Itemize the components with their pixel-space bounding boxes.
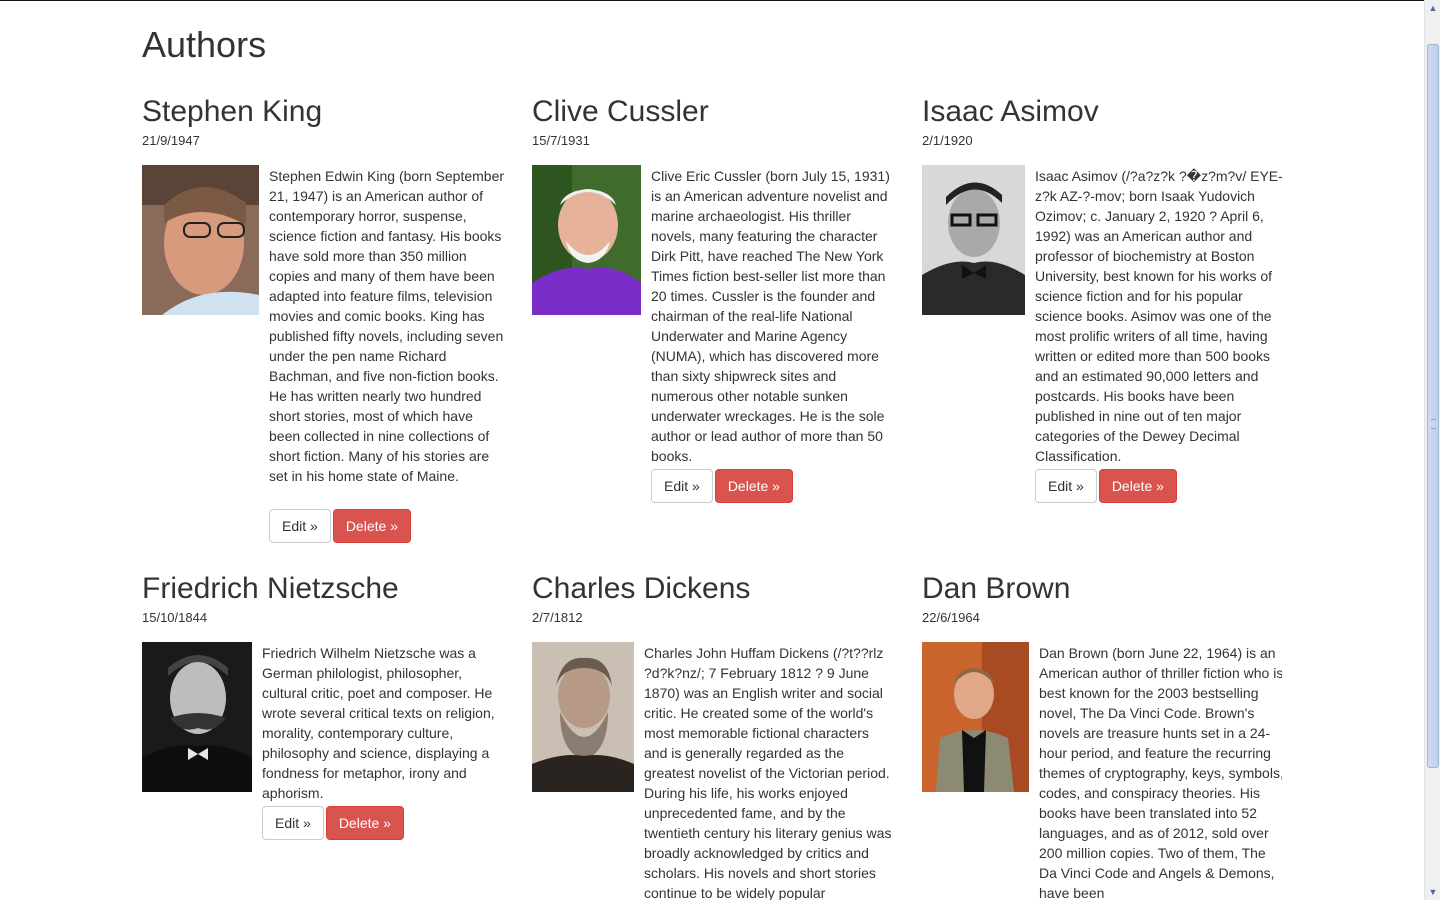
author-name: Stephen King xyxy=(142,95,323,128)
author-name: Friedrich Nietzsche xyxy=(142,572,399,605)
author-card-friedrich-nietzsche: Friedrich Nietzsche 15/10/1844 Friedrich… xyxy=(142,572,502,872)
arrow-up-icon[interactable]: ▲ xyxy=(1425,0,1440,16)
author-bio: Clive Eric Cussler (born July 15, 1931) … xyxy=(651,168,890,464)
vertical-scrollbar[interactable]: ▲ ▼ xyxy=(1424,0,1440,900)
author-birth-date: 2/1/1920 xyxy=(922,133,973,148)
author-name: Charles Dickens xyxy=(532,572,751,605)
author-actions: Edit » Delete » xyxy=(262,806,404,840)
author-bio: Stephen Edwin King (born September 21, 1… xyxy=(269,168,505,484)
author-bio: Friedrich Wilhelm Nietzsche was a German… xyxy=(262,645,495,801)
author-photo xyxy=(142,165,259,315)
author-actions: Edit » Delete » xyxy=(269,509,411,543)
delete-button[interactable]: Delete » xyxy=(1098,469,1177,503)
author-birth-date: 21/9/1947 xyxy=(142,133,200,148)
author-name: Isaac Asimov xyxy=(922,95,1099,128)
author-photo xyxy=(922,165,1025,315)
edit-button[interactable]: Edit » xyxy=(651,469,713,503)
author-name: Dan Brown xyxy=(922,572,1071,605)
author-bio: Charles John Huffam Dickens (/?t??rlz ?d… xyxy=(644,645,892,900)
author-birth-date: 2/7/1812 xyxy=(532,610,583,625)
edit-button[interactable]: Edit » xyxy=(1035,469,1097,503)
author-photo xyxy=(922,642,1029,792)
author-card-isaac-asimov: Isaac Asimov 2/1/1920 Isaac Asimov (/?a?… xyxy=(922,95,1282,515)
delete-button[interactable]: Delete » xyxy=(325,806,404,840)
page-title: Authors xyxy=(142,24,267,65)
edit-button[interactable]: Edit » xyxy=(269,509,331,543)
arrow-down-icon[interactable]: ▼ xyxy=(1425,884,1440,900)
author-bio: Isaac Asimov (/?a?z?k ?�z?m?v/ EYE-z?k A… xyxy=(1035,168,1282,464)
author-bio: Dan Brown (born June 22, 1964) is an Ame… xyxy=(1039,645,1282,900)
author-birth-date: 22/6/1964 xyxy=(922,610,980,625)
author-photo xyxy=(142,642,252,792)
author-birth-date: 15/7/1931 xyxy=(532,133,590,148)
author-photo xyxy=(532,165,641,315)
edit-button[interactable]: Edit » xyxy=(262,806,324,840)
author-card-stephen-king: Stephen King 21/9/1947 Stephen Edwin Kin… xyxy=(142,95,505,555)
delete-button[interactable]: Delete » xyxy=(714,469,793,503)
author-card-clive-cussler: Clive Cussler 15/7/1931 Clive Eric Cussl… xyxy=(532,95,892,515)
grip-icon xyxy=(1431,419,1436,429)
author-photo xyxy=(532,642,634,792)
author-birth-date: 15/10/1844 xyxy=(142,610,208,625)
author-actions: Edit » Delete » xyxy=(651,469,793,503)
author-name: Clive Cussler xyxy=(532,95,709,128)
authors-page: Authors Stephen King 21/9/1947 Stephen E… xyxy=(142,0,1282,900)
delete-button[interactable]: Delete » xyxy=(332,509,411,543)
scrollbar-thumb[interactable] xyxy=(1427,44,1439,768)
author-card-charles-dickens: Charles Dickens 2/7/1812 Charles John Hu… xyxy=(532,572,892,900)
author-card-dan-brown: Dan Brown 22/6/1964 Dan Brown (born June… xyxy=(922,572,1282,900)
author-actions: Edit » Delete » xyxy=(1035,469,1177,503)
